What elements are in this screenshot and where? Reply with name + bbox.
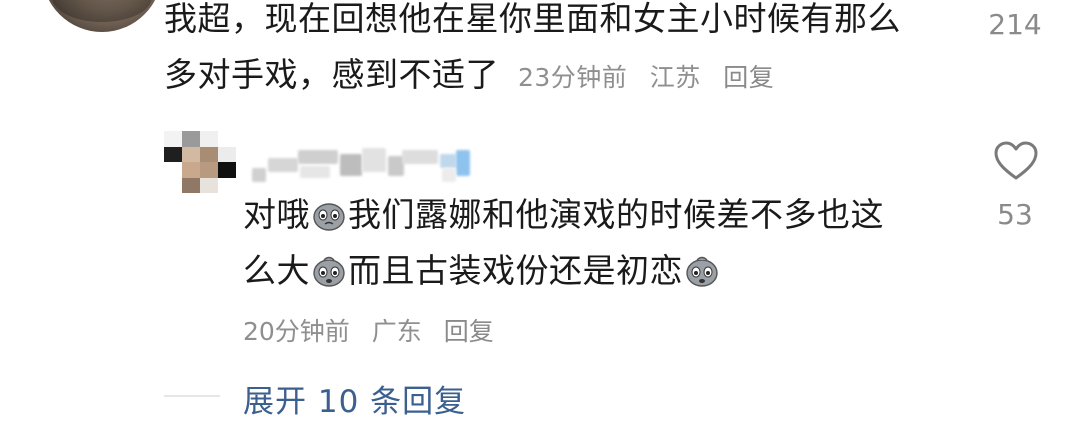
worried-face-emoji-icon (313, 203, 345, 231)
avatar[interactable] (42, 0, 162, 32)
reply-text: 对哦 我们露娜和他演戏的时候差不多也这 么大 而且古装戏份还是初恋 (243, 187, 943, 299)
heart-outline-icon (994, 141, 1038, 180)
reply-text-part-2: 我们露娜和他演戏的时候差不多也这 (348, 195, 884, 234)
expand-divider (164, 395, 220, 397)
like-button[interactable] (993, 140, 1039, 182)
reply-location: 广东 (371, 317, 422, 346)
comment-text-line-2-text: 多对手戏，感到不适了 (164, 55, 499, 94)
reply-meta: 20分钟前 广东 回复 (243, 312, 508, 348)
comment-text-line-2: 多对手戏，感到不适了 23分钟前 江苏 回复 (164, 47, 901, 106)
worried-face-emoji-icon (686, 256, 718, 287)
reply-text-part-3: 么大 (243, 251, 310, 290)
comment-text-line-1: 我超，现在回想他在星你里面和女主小时候有那么 (164, 0, 901, 38)
worried-face-emoji-icon (313, 256, 345, 287)
comment-reply-button[interactable]: 回复 (723, 63, 774, 92)
reply-text-part-1: 对哦 (243, 195, 310, 234)
comment-text: 我超，现在回想他在星你里面和女主小时候有那么 多对手戏，感到不适了 23分钟前 … (164, 0, 901, 106)
reply-time: 20分钟前 (243, 317, 350, 346)
reply-text-line-2: 么大 而且古装戏份还是初恋 (243, 243, 943, 299)
like-count[interactable]: 214 (975, 8, 1055, 41)
comment-location: 江苏 (649, 63, 701, 92)
reply-like-count[interactable]: 53 (975, 198, 1055, 231)
reply-avatar[interactable] (164, 131, 236, 193)
reply-text-line-1: 对哦 我们露娜和他演戏的时候差不多也这 (243, 187, 943, 243)
reply-text-part-4: 而且古装戏份还是初恋 (348, 251, 683, 290)
comment-time: 23分钟前 (518, 63, 628, 92)
comment-meta: 23分钟前 江苏 回复 (518, 63, 788, 92)
reply-reply-button[interactable]: 回复 (444, 317, 494, 346)
expand-replies-button[interactable]: 展开 10 条回复 (243, 376, 466, 421)
reply-username-blurred (252, 148, 482, 186)
